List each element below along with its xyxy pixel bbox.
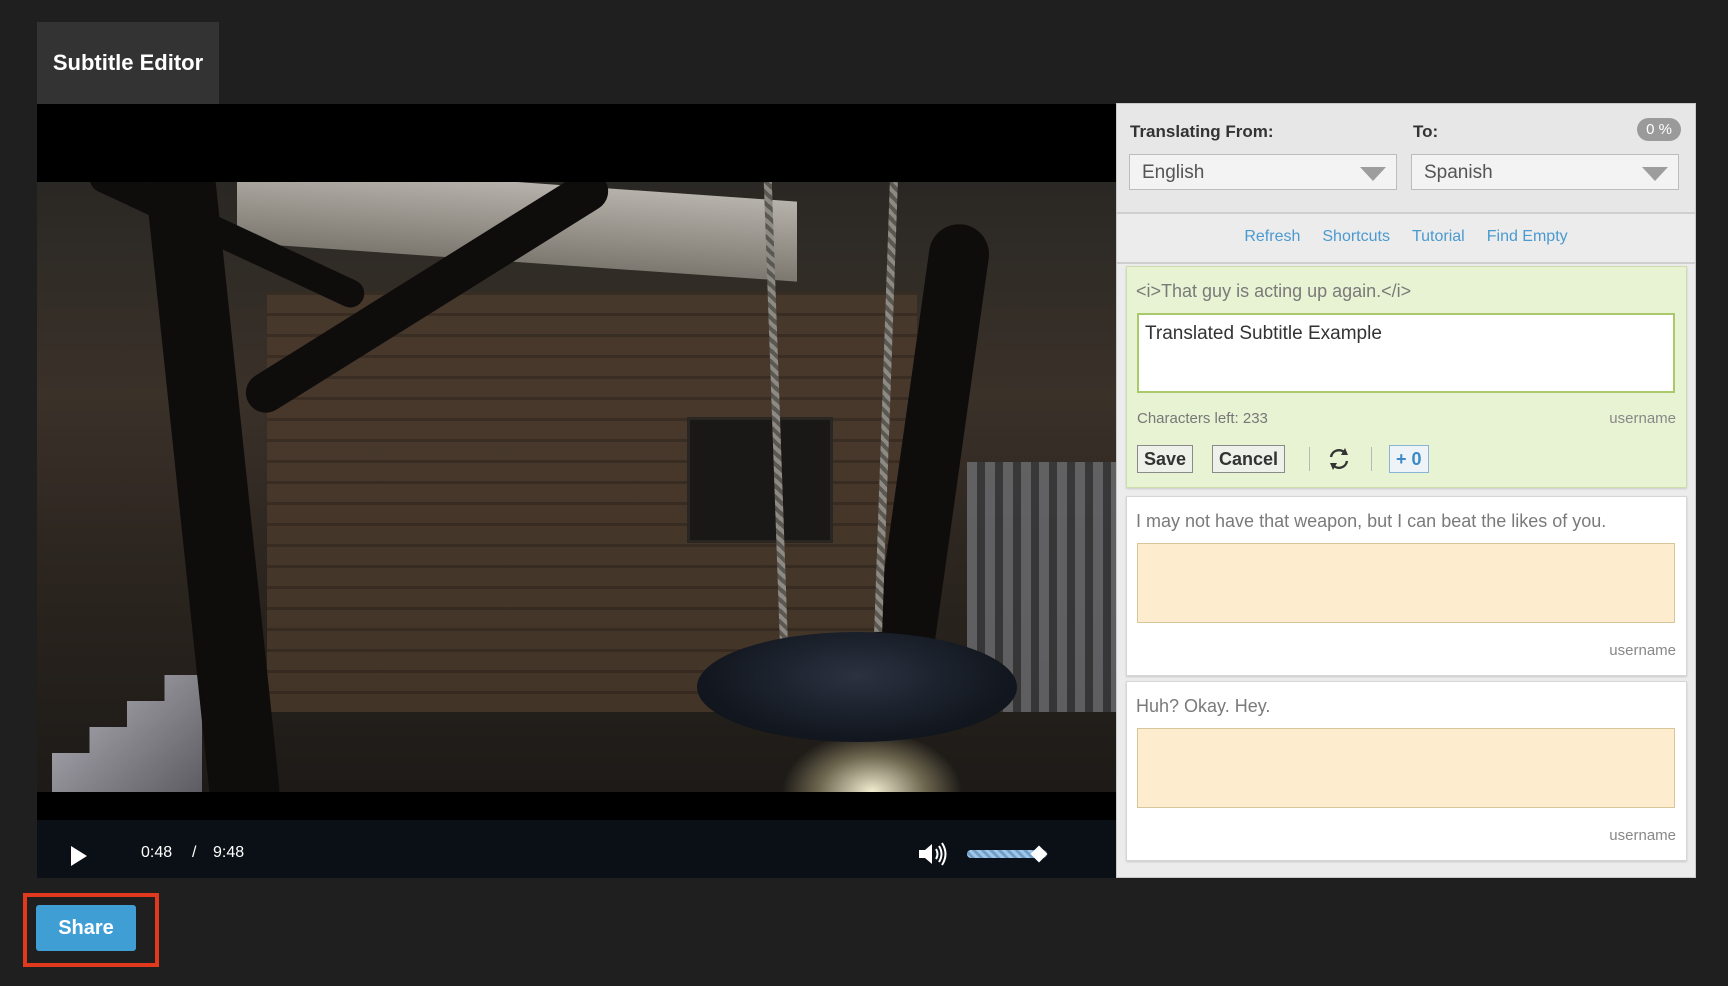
duration: 9:48 [213, 844, 245, 861]
subtitle-card[interactable]: I may not have that weapon, but I can be… [1126, 496, 1687, 676]
volume-level[interactable] [967, 850, 1039, 858]
from-language-select[interactable]: English [1129, 154, 1397, 190]
username-label: username [1609, 827, 1676, 844]
translation-panel: Translating From: To: 0 % English Spanis… [1116, 103, 1696, 878]
to-label: To: [1413, 122, 1439, 141]
plus-vote-button[interactable]: + 0 [1389, 445, 1429, 473]
volume-icon[interactable] [917, 840, 949, 868]
source-text: <i>That guy is acting up again.</i> [1136, 281, 1412, 301]
divider [1309, 447, 1310, 471]
scene-tire [697, 632, 1017, 742]
save-button[interactable]: Save [1137, 445, 1194, 473]
player-controls [37, 820, 1116, 878]
subtitle-card-active[interactable]: <i>That guy is acting up again.</i> Char… [1126, 266, 1687, 488]
to-language-value: Spanish [1424, 162, 1493, 183]
tutorial-link[interactable]: Tutorial [1412, 228, 1465, 246]
subtitle-card[interactable]: Huh? Okay. Hey. username [1126, 681, 1687, 861]
divider [1371, 447, 1372, 471]
refresh-icon[interactable] [1325, 445, 1353, 473]
from-language-value: English [1142, 162, 1205, 183]
language-header: Translating From: To: 0 % English Spanis… [1117, 104, 1695, 214]
video-player[interactable]: 0:48 / 9:48 [37, 104, 1116, 878]
username-label: username [1609, 410, 1676, 427]
scene-steps [52, 675, 202, 792]
scene-tree-trunk [141, 182, 283, 792]
translation-input[interactable] [1137, 728, 1675, 808]
subtitle-editor-tab[interactable]: Subtitle Editor [37, 22, 219, 104]
translation-input[interactable] [1137, 543, 1675, 623]
dropdown-caret-icon [1360, 167, 1386, 181]
time-separator: / [192, 844, 197, 861]
characters-left: Characters left: 233 [1137, 410, 1268, 427]
current-time: 0:48 [141, 844, 173, 861]
refresh-link[interactable]: Refresh [1244, 228, 1300, 246]
find-empty-link[interactable]: Find Empty [1487, 228, 1568, 246]
dropdown-caret-icon [1642, 167, 1668, 181]
source-text: I may not have that weapon, but I can be… [1136, 511, 1607, 531]
source-text: Huh? Okay. Hey. [1136, 696, 1271, 716]
from-label: Translating From: [1130, 122, 1274, 141]
shortcuts-link[interactable]: Shortcuts [1322, 228, 1390, 246]
video-frame[interactable] [37, 182, 1116, 792]
editor-toolbar: Refresh Shortcuts Tutorial Find Empty [1117, 212, 1695, 264]
share-button[interactable]: Share [36, 905, 136, 951]
tab-label: Subtitle Editor [52, 50, 204, 75]
progress-badge: 0 % [1637, 118, 1681, 141]
play-icon[interactable] [71, 846, 87, 866]
username-label: username [1609, 642, 1676, 659]
to-language-select[interactable]: Spanish [1411, 154, 1679, 190]
cancel-button[interactable]: Cancel [1212, 445, 1286, 473]
translation-input[interactable] [1137, 313, 1675, 393]
scene-window [687, 417, 833, 543]
